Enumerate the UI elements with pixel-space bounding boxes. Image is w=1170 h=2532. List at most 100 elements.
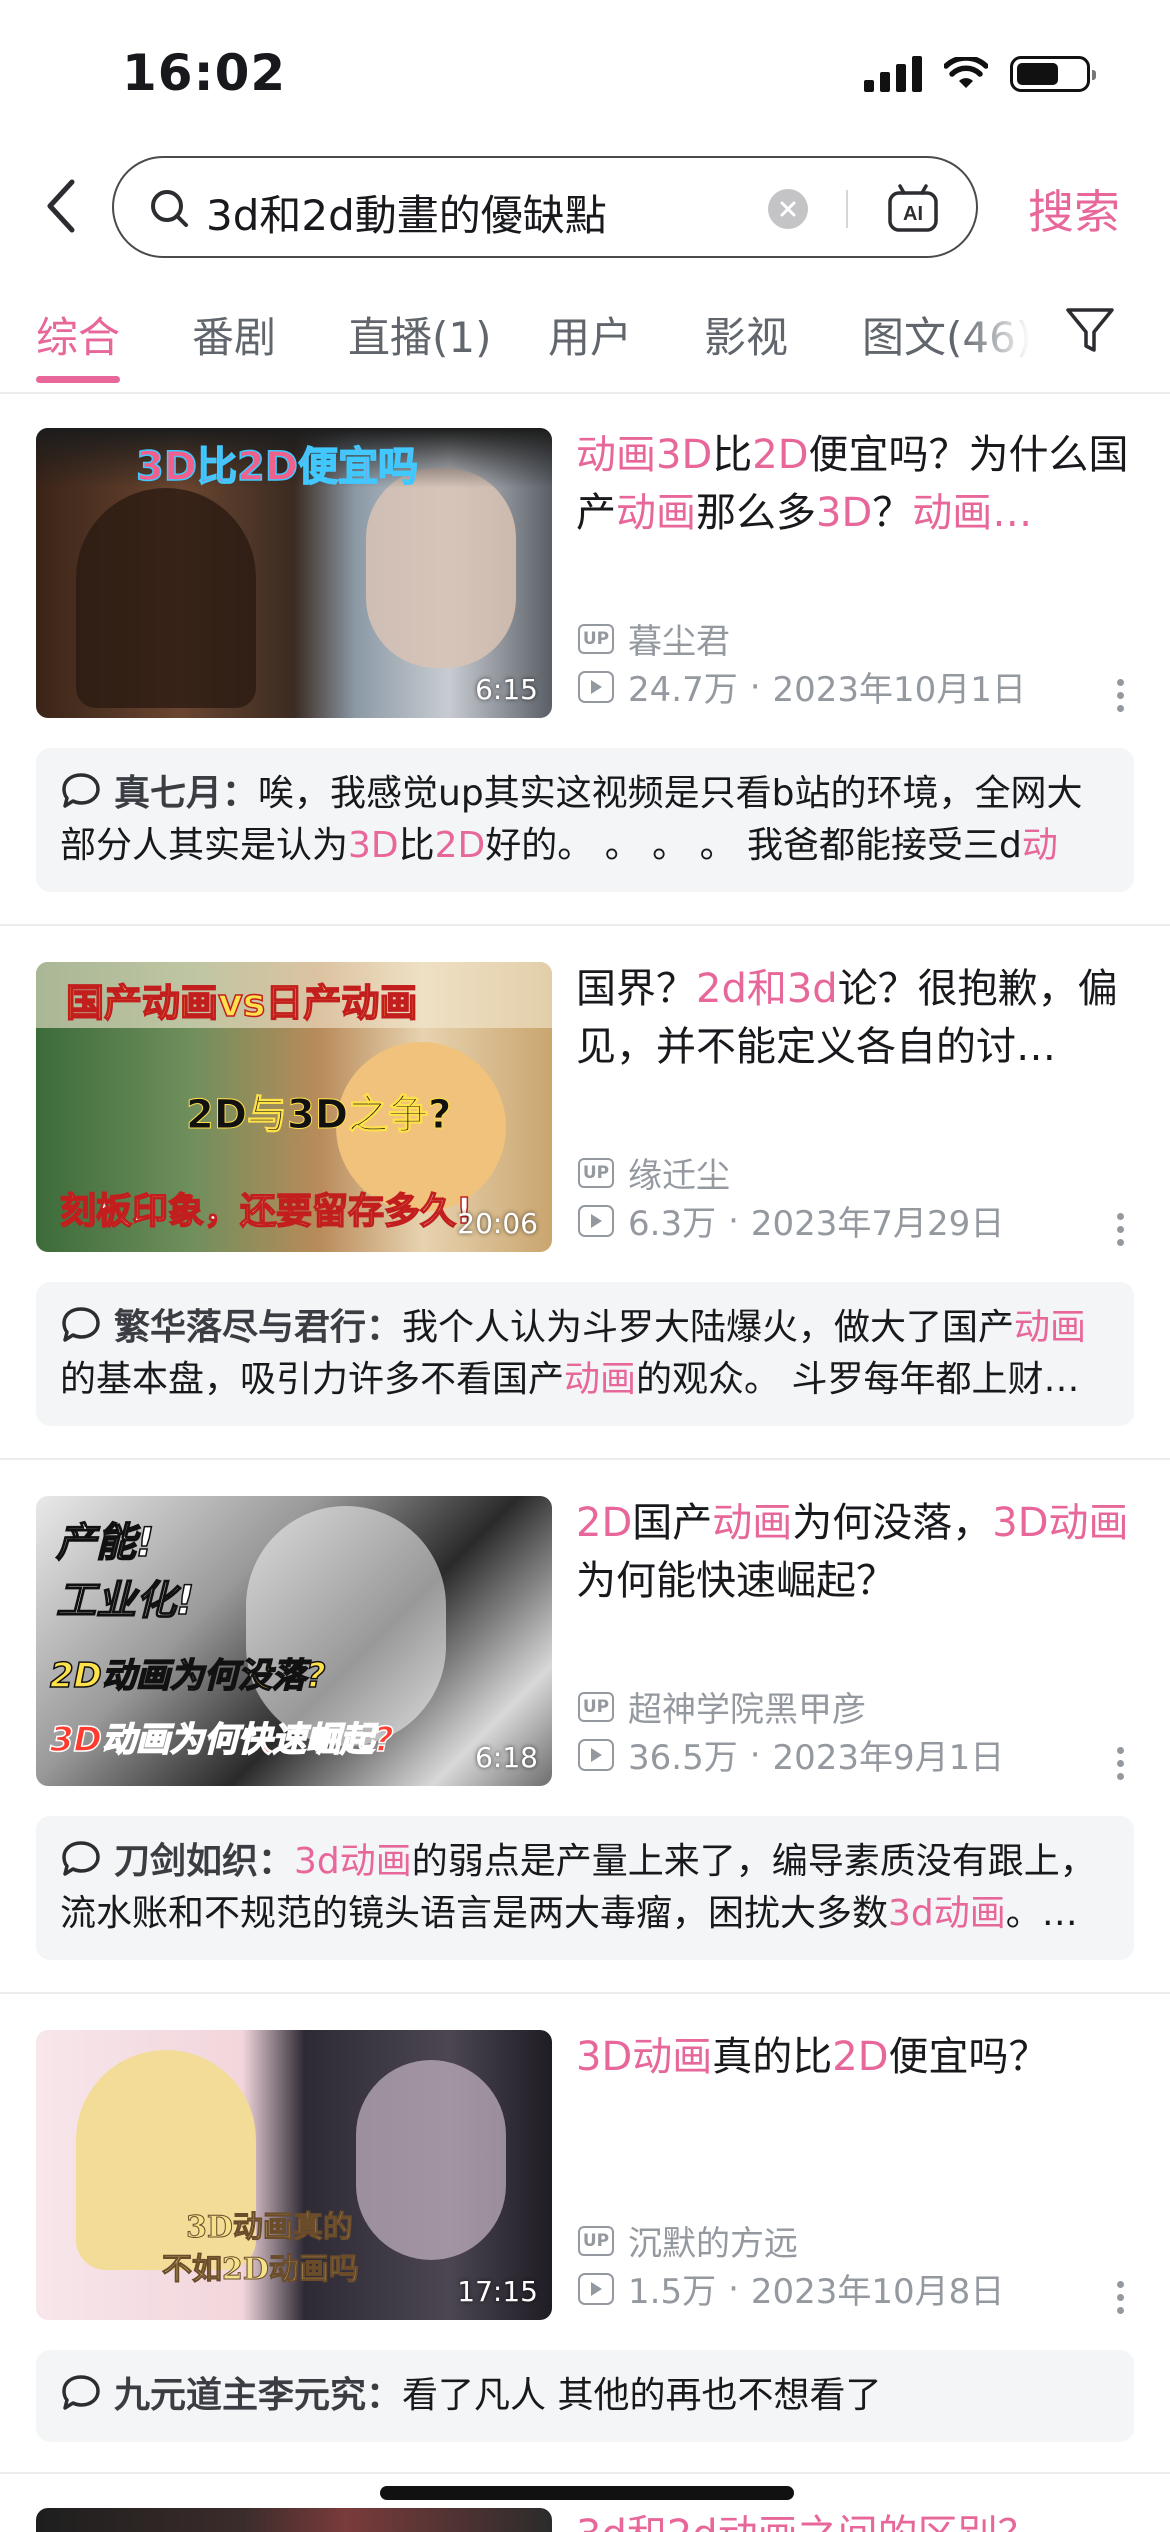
highlighted-keyword: 2D (752, 432, 809, 478)
partial-title: 3d和2d动画之间的区别？ (576, 2512, 1038, 2532)
video-thumbnail[interactable] (36, 2508, 552, 2532)
publish-date: 2023年10月1日 (772, 670, 1026, 710)
card-separator (0, 1458, 1170, 1460)
text-segment: 真的比 (712, 2034, 833, 2080)
view-count: 1.5万 (628, 2272, 717, 2312)
more-options-button[interactable] (1110, 2272, 1130, 2322)
uploader-row[interactable]: UP 缘迁尘 (578, 1148, 730, 1197)
comment-author: 刀剑如织： (114, 1841, 295, 1882)
uploader-name: 沉默的方远 (628, 2224, 798, 2264)
thumbnail-caption-tertiary: 2D动画为何没落? (49, 1655, 326, 1697)
cellular-signal-icon (864, 56, 922, 92)
play-count-icon (578, 670, 614, 703)
card-separator (0, 1992, 1170, 1994)
search-divider (846, 190, 848, 228)
highlighted-keyword: 动画 (564, 1359, 637, 1400)
highlighted-keyword: 动画 (1014, 1307, 1087, 1348)
search-icon (151, 190, 188, 227)
uploader-row[interactable]: UP 超神学院黑甲彦 (578, 1682, 866, 1731)
publish-date: 2023年9月1日 (772, 1738, 1005, 1778)
tab-live[interactable]: 直播(1) (348, 304, 492, 365)
status-bar: 16:02 (0, 0, 1170, 150)
top-comment[interactable]: 真七月：唉，我感觉up其实这视频是只看b站的环境，全网大部分人其实是认为3D比2… (36, 748, 1134, 892)
uploader-name: 缘迁尘 (628, 1156, 730, 1196)
battery-icon (1010, 56, 1096, 92)
text-segment: 为何能快速崛起？ (576, 1558, 896, 1604)
tab-all[interactable]: 综合 (36, 304, 120, 365)
play-count-icon (578, 1738, 614, 1771)
home-indicator[interactable] (380, 2486, 794, 2500)
highlighted-keyword: 3D动画 (576, 2034, 713, 2080)
top-comment[interactable]: 刀剑如织：3d动画的弱点是产量上来了，编导素质没有跟上，流水账和不规范的镜头语言… (36, 1816, 1134, 1960)
video-duration: 17:15 (457, 2275, 538, 2308)
text-segment: 国产 (632, 1500, 713, 1546)
stats-row: 36.5万 · 2023年9月1日 (578, 1730, 1004, 1779)
search-input[interactable]: 3d和2d動畫的優缺點 AI (112, 156, 978, 258)
video-thumbnail[interactable]: 3D动画真的 不如2D动画吗 17:15 (36, 2030, 552, 2320)
comment-icon (62, 2375, 100, 2410)
tab-film-tv[interactable]: 影视 (704, 304, 788, 365)
highlighted-keyword: 3D (816, 490, 873, 536)
uploader-row[interactable]: UP 暮尘君 (578, 614, 730, 663)
video-duration: 20:06 (457, 1207, 538, 1240)
play-count-icon (578, 2272, 614, 2305)
filter-icon[interactable] (1062, 302, 1118, 358)
uploader-icon: UP (578, 1157, 614, 1188)
close-icon (780, 201, 796, 217)
video-title[interactable]: 动画3D比2D便宜吗？为什么国产动画那么多3D？动画… (576, 426, 1136, 542)
card-separator (0, 2472, 1170, 2474)
top-comment[interactable]: 繁华落尽与君行：我个人认为斗罗大陆爆火，做大了国产动画的基本盘，吸引力许多不看国… (36, 1282, 1134, 1426)
thumbnail-caption-secondary: 工业化! (55, 1577, 195, 1625)
comment-author: 九元道主李元究： (114, 2375, 403, 2416)
more-options-button[interactable] (1110, 1738, 1130, 1788)
text-segment: 那么多 (696, 490, 816, 536)
text-segment: 。… (1005, 1893, 1078, 1934)
publish-date: 2023年10月8日 (750, 2272, 1005, 2312)
video-duration: 6:18 (475, 1741, 538, 1774)
highlighted-keyword: 3d动画 (888, 1893, 1006, 1934)
search-submit-button[interactable]: 搜索 (1028, 176, 1120, 242)
text-segment: 我个人认为斗罗大陆爆火，做大了国产 (402, 1307, 1015, 1348)
search-tabs: 综合 番剧 直播(1) 用户 影视 图文(46) (0, 290, 1170, 394)
video-title[interactable]: 2D国产动画为何没落，3D动画为何能快速崛起？ (576, 1494, 1136, 1610)
video-thumbnail[interactable]: 产能! 工业化! 2D动画为何没落? 3D动画为何快速崛起? 6:18 (36, 1496, 552, 1786)
highlighted-keyword: 2D (832, 2034, 889, 2080)
more-options-button[interactable] (1110, 670, 1130, 720)
video-thumbnail[interactable]: 3D比2D便宜吗 6:15 (36, 428, 552, 718)
stats-row: 1.5万 · 2023年10月8日 (578, 2264, 1004, 2313)
highlighted-keyword: 动画3D (576, 432, 713, 478)
uploader-row[interactable]: UP 沉默的方远 (578, 2216, 798, 2265)
chevron-left-icon (47, 179, 75, 233)
tab-bangumi[interactable]: 番剧 (192, 304, 276, 365)
uploader-name: 暮尘君 (628, 622, 730, 662)
highlighted-keyword: 动画 (616, 490, 696, 536)
top-comment[interactable]: 九元道主李元究：看了凡人 其他的再也不想看了 (36, 2350, 1134, 2442)
thumbnail-caption: 3D动画真的 (186, 2210, 354, 2246)
comment-icon (62, 1841, 100, 1876)
ai-assistant-icon[interactable]: AI (886, 184, 940, 234)
highlighted-keyword: 动画 (712, 1500, 793, 1546)
video-thumbnail[interactable]: 国产动画vs日产动画 2D与3D之争? 刻板印象，还要留存多久! 20:06 (36, 962, 552, 1252)
comment-icon (62, 773, 100, 808)
more-options-button[interactable] (1110, 1204, 1130, 1254)
thumbnail-caption-secondary: 2D与3D之争? (185, 1092, 452, 1139)
view-count: 24.7万 (628, 670, 738, 710)
uploader-name: 超神学院黑甲彦 (628, 1690, 866, 1730)
status-time: 16:02 (122, 44, 287, 102)
video-title[interactable]: 3d和2d动画之间的区别？ (576, 2506, 1136, 2532)
video-title[interactable]: 3D动画真的比2D便宜吗？ (576, 2028, 1136, 2086)
highlighted-keyword: 2D (434, 825, 486, 866)
search-query-text[interactable]: 3d和2d動畫的優缺點 (206, 182, 846, 243)
thumbnail-caption-quaternary: 3D动画为何快速崛起? (49, 1719, 394, 1761)
svg-text:AI: AI (903, 203, 923, 225)
stats-row: 6.3万 · 2023年7月29日 (578, 1196, 1004, 1245)
comment-author: 真七月： (114, 773, 259, 814)
back-button[interactable] (36, 176, 86, 236)
clear-search-button[interactable] (768, 189, 808, 229)
video-title[interactable]: 国界？2d和3d论？很抱歉，偏见，并不能定义各自的讨… (576, 960, 1136, 1076)
highlighted-keyword: 2d和3d (696, 966, 838, 1012)
text-segment: 比 (398, 825, 435, 866)
text-segment: 便宜吗？ (888, 2034, 1049, 2080)
thumbnail-caption: 3D比2D便宜吗 (135, 443, 419, 491)
tab-users[interactable]: 用户 (548, 304, 632, 365)
